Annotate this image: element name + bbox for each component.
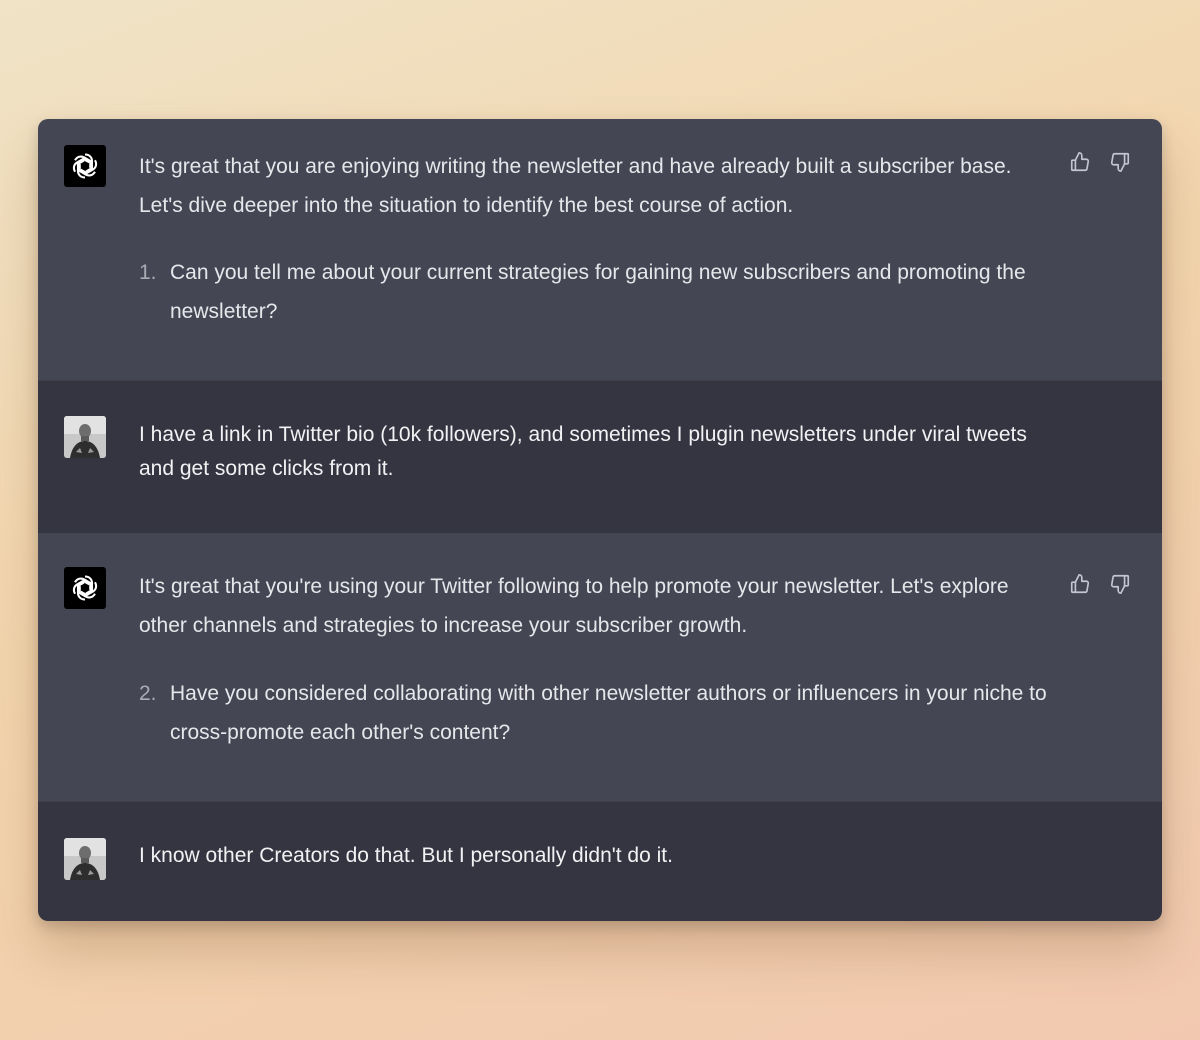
list-text: Have you considered collaborating with o… bbox=[170, 682, 1047, 744]
assistant-message: It's great that you are enjoying writing… bbox=[38, 119, 1162, 380]
message-text: I know other Creators do that. But I per… bbox=[139, 844, 673, 867]
list-number: 1. bbox=[139, 261, 157, 284]
message-text: It's great that you are enjoying writing… bbox=[139, 155, 1012, 217]
feedback-buttons bbox=[1068, 150, 1132, 174]
openai-logo-icon bbox=[72, 153, 98, 179]
assistant-message: It's great that you're using your Twitte… bbox=[38, 533, 1162, 801]
list-number: 2. bbox=[139, 682, 157, 705]
user-avatar bbox=[64, 838, 106, 880]
thumbs-up-icon[interactable] bbox=[1068, 150, 1092, 174]
user-message: I know other Creators do that. But I per… bbox=[38, 801, 1162, 921]
chat-window: It's great that you are enjoying writing… bbox=[38, 119, 1162, 921]
message-text: It's great that you're using your Twitte… bbox=[139, 575, 1009, 637]
assistant-avatar bbox=[64, 567, 106, 609]
thumbs-up-icon[interactable] bbox=[1068, 572, 1092, 596]
feedback-buttons bbox=[1068, 572, 1132, 596]
user-avatar bbox=[64, 416, 106, 458]
openai-logo-icon bbox=[72, 575, 98, 601]
message-text: I have a link in Twitter bio (10k follow… bbox=[139, 423, 1027, 480]
list-text: Can you tell me about your current strat… bbox=[170, 261, 1026, 323]
user-photo bbox=[64, 416, 106, 458]
assistant-avatar bbox=[64, 145, 106, 187]
thumbs-down-icon[interactable] bbox=[1108, 572, 1132, 596]
user-message: I have a link in Twitter bio (10k follow… bbox=[38, 380, 1162, 534]
thumbs-down-icon[interactable] bbox=[1108, 150, 1132, 174]
user-photo bbox=[64, 838, 106, 880]
